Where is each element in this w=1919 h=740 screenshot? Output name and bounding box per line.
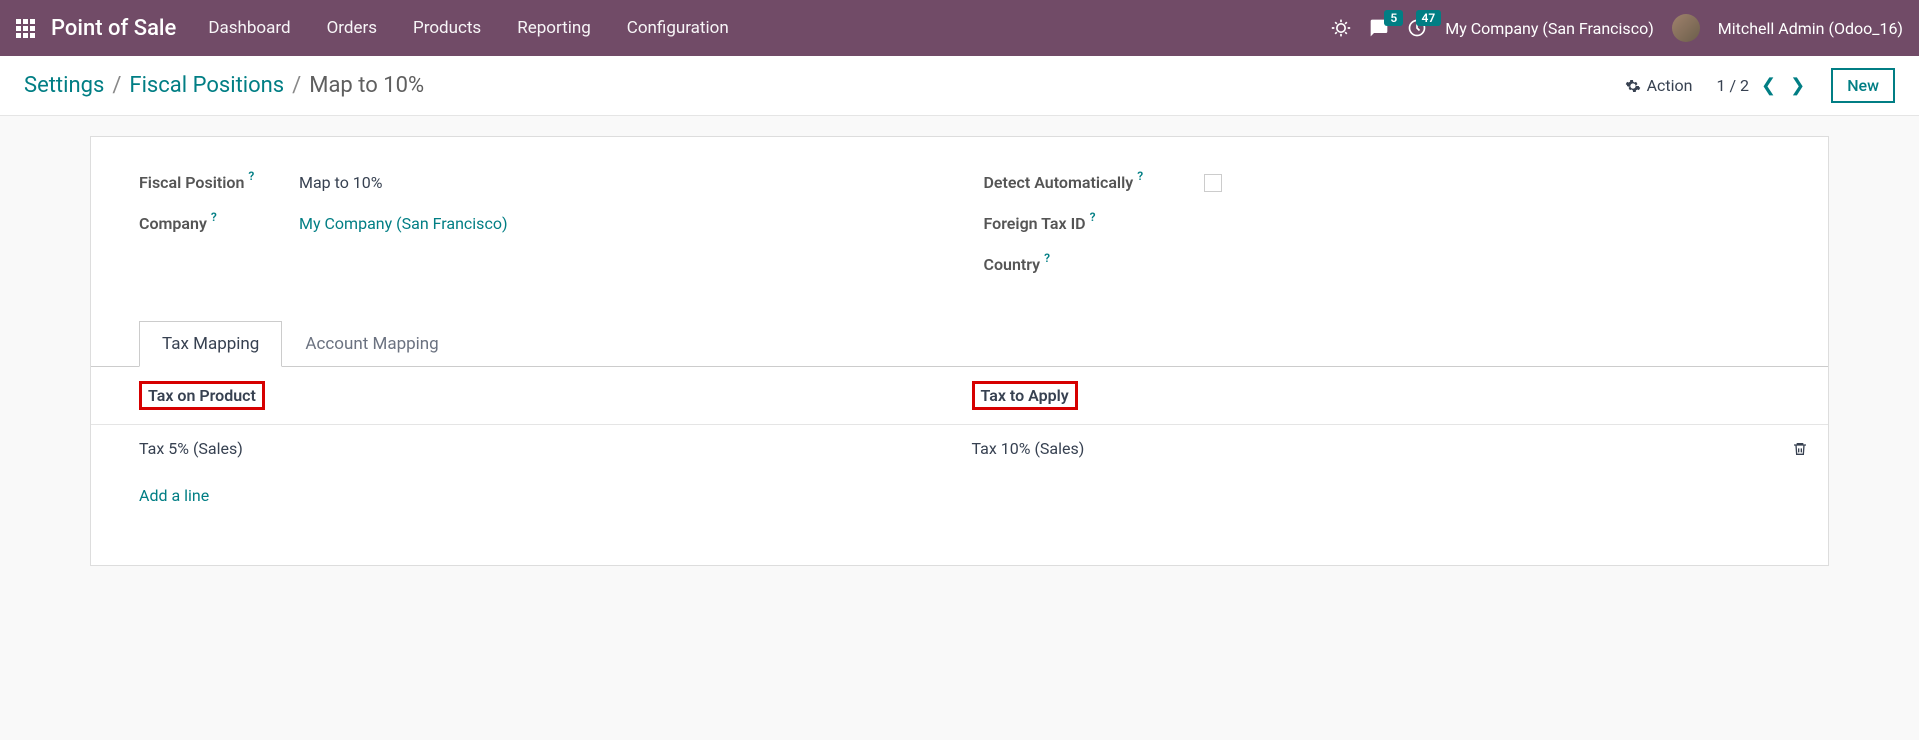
nav-orders[interactable]: Orders [327,18,377,38]
help-icon[interactable]: ? [1137,169,1143,183]
activities-icon[interactable]: 47 [1407,18,1427,38]
company-label: Company? [139,214,299,233]
pager: 1 / 2 ❮ ❯ [1716,75,1807,96]
app-title[interactable]: Point of Sale [51,16,176,41]
pager-prev[interactable]: ❮ [1759,75,1778,96]
header-tax-on-product: Tax on Product [139,381,265,410]
breadcrumb: Settings / Fiscal Positions / Map to 10% [24,73,424,98]
cell-tax-on-product[interactable]: Tax 5% (Sales) [91,425,960,473]
activities-badge: 47 [1416,10,1442,26]
table-row[interactable]: Tax 5% (Sales) Tax 10% (Sales) [91,425,1828,473]
foreign-tax-label: Foreign Tax ID? [984,214,1204,233]
bug-icon[interactable] [1331,18,1351,38]
company-switcher[interactable]: My Company (San Francisco) [1445,19,1654,38]
action-button[interactable]: Action [1625,76,1693,95]
nav-reporting[interactable]: Reporting [517,18,591,38]
help-icon[interactable]: ? [248,169,254,183]
cell-tax-to-apply[interactable]: Tax 10% (Sales) [960,425,1781,473]
nav-products[interactable]: Products [413,18,481,38]
company-value[interactable]: My Company (San Francisco) [299,214,508,233]
header-tax-to-apply: Tax to Apply [972,381,1078,410]
user-menu[interactable]: Mitchell Admin (Odoo_16) [1718,19,1903,38]
nav-dashboard[interactable]: Dashboard [208,18,290,38]
pager-next[interactable]: ❯ [1788,75,1807,96]
add-line-button[interactable]: Add a line [139,486,209,505]
breadcrumb-current: Map to 10% [309,73,424,98]
new-button[interactable]: New [1831,68,1895,103]
detect-auto-checkbox[interactable] [1204,174,1222,192]
messages-badge: 5 [1384,10,1403,26]
trash-icon [1792,441,1808,457]
help-icon[interactable]: ? [1090,210,1096,224]
delete-row-button[interactable] [1780,425,1828,473]
breadcrumb-fiscal-positions[interactable]: Fiscal Positions [129,73,284,98]
action-label: Action [1647,76,1693,95]
messages-icon[interactable]: 5 [1369,18,1389,38]
help-icon[interactable]: ? [211,210,217,224]
country-label: Country? [984,255,1204,274]
add-line-row[interactable]: Add a line [91,472,1828,519]
gear-icon [1625,78,1641,94]
fiscal-position-value[interactable]: Map to 10% [299,173,383,192]
nav-configuration[interactable]: Configuration [627,18,729,38]
tab-account-mapping[interactable]: Account Mapping [282,321,461,367]
pager-text: 1 / 2 [1716,76,1749,95]
avatar[interactable] [1672,14,1700,42]
fiscal-position-label: Fiscal Position? [139,173,299,192]
apps-icon[interactable] [16,19,35,38]
detect-auto-label: Detect Automatically? [984,173,1204,192]
breadcrumb-settings[interactable]: Settings [24,73,104,98]
help-icon[interactable]: ? [1044,251,1050,265]
tab-tax-mapping[interactable]: Tax Mapping [139,321,282,367]
